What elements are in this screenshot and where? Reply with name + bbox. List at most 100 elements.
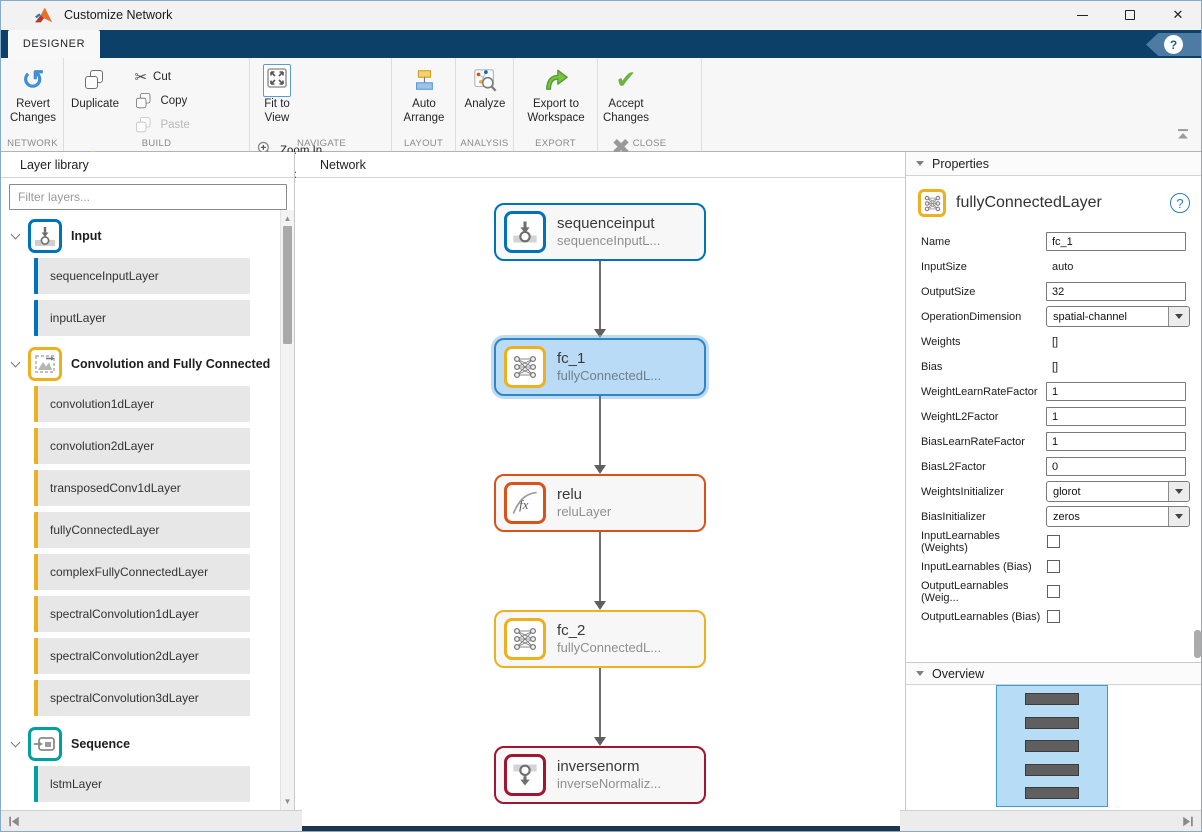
export-to-workspace-button[interactable]: Export to Workspace xyxy=(514,58,598,126)
section-label-navigate: NAVIGATE xyxy=(252,138,391,149)
section-label-close: CLOSE xyxy=(598,138,701,149)
fit-to-view-icon xyxy=(263,64,291,97)
help-icon: ? xyxy=(1176,196,1183,211)
operationdimension-dropdown[interactable]: spatial-channel xyxy=(1046,306,1190,327)
list-item-inputlayer[interactable]: inputLayer xyxy=(34,300,250,336)
filter-layers-input[interactable] xyxy=(9,184,287,210)
chevron-down-icon xyxy=(11,229,21,239)
sequence-group-icon xyxy=(28,727,62,761)
scrollbar-thumb[interactable] xyxy=(283,226,292,344)
property-row-operationdimension: OperationDimension spatial-channel xyxy=(921,304,1190,329)
node-sequenceinput[interactable]: sequenceinput sequenceInputL... xyxy=(494,203,706,261)
edge-sequenceinput-fc1[interactable] xyxy=(599,261,601,330)
collapse-ribbon-button[interactable] xyxy=(1174,126,1192,147)
weightlearnratefactor-field[interactable] xyxy=(1046,382,1186,401)
accept-check-icon: ✔ xyxy=(616,68,637,93)
property-row-outputlearnables-bias: OutputLearnables (Bias) xyxy=(921,604,1190,629)
desktop-strip xyxy=(302,826,900,832)
copy-button[interactable]: Copy xyxy=(130,89,192,113)
list-item-convolution1dlayer[interactable]: convolution1dLayer xyxy=(34,386,250,422)
list-item-transposedconv1dlayer[interactable]: transposedConv1dLayer xyxy=(34,470,250,506)
section-export: Export to Workspace EXPORT xyxy=(514,58,598,151)
property-row-bias: Bias [] xyxy=(921,354,1190,379)
list-item-fullyconnectedlayer[interactable]: fullyConnectedLayer xyxy=(34,512,250,548)
list-item-lstmlayer[interactable]: lstmLayer xyxy=(34,766,250,802)
close-button[interactable]: ✕ xyxy=(1154,0,1202,30)
edge-relu-fc2[interactable] xyxy=(599,532,601,602)
revert-changes-button[interactable]: ↺ Revert Changes xyxy=(2,58,64,126)
minimap-viewport[interactable] xyxy=(996,685,1108,807)
arrowhead-icon xyxy=(594,601,606,610)
node-title: fc_2 xyxy=(557,622,661,640)
ribbon-help-button[interactable]: ? xyxy=(1146,33,1202,56)
minimize-icon xyxy=(1077,15,1088,16)
layer-library-scrollbar[interactable]: ▲ ▼ xyxy=(280,210,294,810)
node-fc-1[interactable]: fc_1 fullyConnectedL... xyxy=(494,338,706,396)
outputlearnables-weights-checkbox[interactable] xyxy=(1047,585,1060,598)
outputlearnables-bias-checkbox[interactable] xyxy=(1047,610,1060,623)
collapse-properties-bar[interactable] xyxy=(900,810,1202,832)
minimize-button[interactable] xyxy=(1058,0,1106,30)
section-layout: Auto Arrange LAYOUT xyxy=(392,58,456,151)
property-row-weights: Weights [] xyxy=(921,329,1190,354)
edge-fc1-relu[interactable] xyxy=(599,396,601,466)
collapse-layer-library-bar[interactable] xyxy=(0,810,302,832)
inputsize-value: auto xyxy=(1046,261,1073,273)
maximize-button[interactable] xyxy=(1106,0,1154,30)
paste-button[interactable]: Paste xyxy=(130,113,192,137)
biasl2factor-field[interactable] xyxy=(1046,457,1186,476)
scroll-down-icon[interactable]: ▼ xyxy=(281,797,294,806)
network-canvas[interactable]: Network sequenceinput sequenceInputL... … xyxy=(296,152,905,826)
group-input[interactable]: Input xyxy=(0,214,294,258)
cut-button[interactable]: ✂ Cut xyxy=(130,65,192,89)
node-title: relu xyxy=(557,486,611,504)
inputlearnables-weights-checkbox[interactable] xyxy=(1047,535,1060,548)
chevron-down-icon xyxy=(11,737,21,747)
scroll-up-icon[interactable]: ▲ xyxy=(281,214,294,223)
collapse-triangle-icon xyxy=(916,671,924,676)
group-sequence[interactable]: Sequence xyxy=(0,722,294,766)
biasinitializer-dropdown[interactable]: zeros xyxy=(1046,506,1190,527)
inverse-normalization-icon xyxy=(504,754,546,796)
list-item-spectralconvolution1dlayer[interactable]: spectralConvolution1dLayer xyxy=(34,596,250,632)
auto-arrange-button[interactable]: Auto Arrange xyxy=(392,58,456,126)
node-inversenorm[interactable]: inversenorm inverseNormaliz... xyxy=(494,746,706,804)
list-item-spectralconvolution2dlayer[interactable]: spectralConvolution2dLayer xyxy=(34,638,250,674)
layer-type-title: fullyConnectedLayer xyxy=(956,194,1102,212)
overview-minimap[interactable] xyxy=(906,685,1202,810)
window-title: Customize Network xyxy=(64,8,172,22)
minimap-node xyxy=(1025,717,1079,729)
properties-header[interactable]: Properties xyxy=(906,152,1202,176)
list-item-complexfullyconnectedlayer[interactable]: complexFullyConnectedLayer xyxy=(34,554,250,590)
weights-value: [] xyxy=(1046,336,1058,348)
group-convolution-fully-connected[interactable]: Convolution and Fully Connected xyxy=(0,342,294,386)
duplicate-button[interactable]: Duplicate xyxy=(64,58,126,111)
property-row-weightl2factor: WeightL2Factor xyxy=(921,404,1190,429)
section-build: Duplicate ✂ Cut Copy Paste Unlock All La… xyxy=(64,58,250,151)
properties-scrollbar-thumb[interactable] xyxy=(1194,630,1201,658)
accept-changes-button[interactable]: ✔ Accept Changes xyxy=(598,58,654,126)
fully-connected-icon xyxy=(504,346,546,388)
name-field[interactable] xyxy=(1046,232,1186,251)
inputlearnables-bias-checkbox[interactable] xyxy=(1047,560,1060,573)
edge-fc2-inversenorm[interactable] xyxy=(599,668,601,738)
collapse-right-icon xyxy=(1180,814,1196,834)
biaslearnratefactor-field[interactable] xyxy=(1046,432,1186,451)
node-fc-2[interactable]: fc_2 fullyConnectedL... xyxy=(494,610,706,668)
fit-to-view-button[interactable]: Fit to View xyxy=(252,58,302,126)
ribbon-tab-row: DESIGNER ? xyxy=(0,30,1202,58)
fully-connected-icon xyxy=(918,189,946,217)
node-relu[interactable]: fx relu reluLayer xyxy=(494,474,706,532)
list-item-convolution2dlayer[interactable]: convolution2dLayer xyxy=(34,428,250,464)
tab-designer[interactable]: DESIGNER xyxy=(8,30,100,58)
section-navigate: Fit to View Zoom In Zoom Out NAVIGATE xyxy=(252,58,392,151)
weightsinitializer-dropdown[interactable]: glorot xyxy=(1046,481,1190,502)
analyze-button[interactable]: Analyze xyxy=(456,58,514,111)
section-analysis: Analyze ANALYSIS xyxy=(456,58,514,151)
outputsize-field[interactable] xyxy=(1046,282,1186,301)
weightl2factor-field[interactable] xyxy=(1046,407,1186,426)
layer-help-button[interactable]: ? xyxy=(1170,193,1190,213)
list-item-spectralconvolution3dlayer[interactable]: spectralConvolution3dLayer xyxy=(34,680,250,716)
overview-header[interactable]: Overview xyxy=(906,662,1202,685)
list-item-sequenceinputlayer[interactable]: sequenceInputLayer xyxy=(34,258,250,294)
